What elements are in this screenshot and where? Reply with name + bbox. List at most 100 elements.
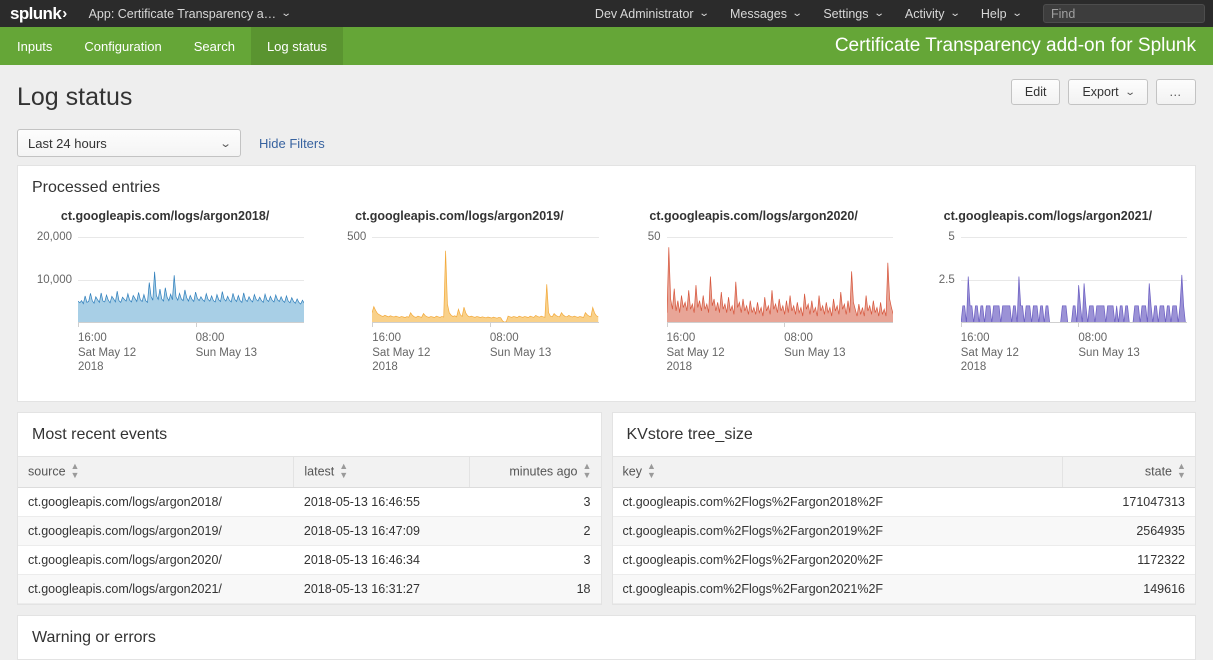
filter-bar: Last 24 hours ⌄ Hide Filters bbox=[0, 121, 1213, 165]
top-navigation-bar: splunk › App: Certificate Transparency a…… bbox=[0, 0, 1213, 27]
y-axis-tick-label: 2.5 bbox=[938, 274, 955, 286]
page-header: Log status Edit Export ⌄ … bbox=[0, 65, 1213, 121]
sparkline-svg bbox=[78, 237, 305, 323]
time-range-value: Last 24 hours bbox=[28, 135, 107, 151]
table-row[interactable]: ct.googleapis.com/logs/argon2020/2018-05… bbox=[18, 545, 601, 575]
export-button[interactable]: Export ⌄ bbox=[1068, 79, 1148, 105]
table-row[interactable]: ct.googleapis.com/logs/argon2019/2018-05… bbox=[18, 516, 601, 546]
panel-title-warning-or-errors: Warning or errors bbox=[32, 629, 156, 646]
table-cell: ct.googleapis.com%2Flogs%2Fargon2018%2F bbox=[612, 487, 1063, 517]
topnav-label: Messages bbox=[729, 6, 787, 21]
x-axis-tick bbox=[195, 323, 197, 327]
table-row[interactable]: ct.googleapis.com/logs/argon2018/2018-05… bbox=[18, 487, 601, 517]
panel-title-kvstore-tree-size: KVstore tree_size bbox=[626, 426, 753, 443]
table-row[interactable]: ct.googleapis.com%2Flogs%2Fargon2020%2F 1… bbox=[612, 545, 1195, 575]
x-axis-labels: 16:00 Sat May 12 2018 08:00 Sun May 13 bbox=[961, 331, 1187, 379]
x-axis-tick bbox=[489, 323, 491, 327]
series-line bbox=[667, 247, 893, 316]
panel-kvstore-tree-size: KVstore tree_size key ▲ ▼ state ▲ ▼ ct.googl… bbox=[611, 412, 1196, 605]
sort-icon: ▲ ▼ bbox=[646, 461, 656, 480]
table-row[interactable]: ct.googleapis.com%2Flogs%2Fargon2019%2F 2… bbox=[612, 516, 1195, 546]
y-axis-tick-label: 500 bbox=[347, 231, 367, 243]
x-axis-tick-label: 08:00 Sun May 13 bbox=[1078, 332, 1140, 359]
x-axis-tick-label: 08:00 Sun May 13 bbox=[784, 332, 846, 359]
plot-area bbox=[372, 237, 599, 327]
topnav-label: Settings bbox=[823, 6, 869, 21]
series-area bbox=[372, 250, 599, 323]
sparkline-chart-3: ct.googleapis.com/logs/argon2021/5 2.5 16:… bbox=[901, 209, 1195, 379]
x-axis-line bbox=[372, 322, 599, 323]
x-axis-line bbox=[666, 322, 893, 323]
time-range-picker[interactable]: Last 24 hours ⌄ bbox=[17, 129, 241, 157]
export-button-label: Export bbox=[1082, 85, 1119, 99]
splunk-logo-text: splunk bbox=[10, 4, 62, 23]
app-nav-label: Inputs bbox=[17, 38, 53, 54]
edit-button-label: Edit bbox=[1024, 85, 1047, 99]
y-axis: 500 bbox=[320, 231, 372, 323]
table-body: ct.googleapis.com%2Flogs%2Fargon2018%2F 1… bbox=[612, 487, 1195, 604]
app-nav-item-log-status[interactable]: Log status bbox=[250, 27, 343, 65]
table-row[interactable]: ct.googleapis.com%2Flogs%2Fargon2018%2F 1… bbox=[612, 487, 1195, 517]
table-row[interactable]: ct.googleapis.com%2Flogs%2Fargon2021%2F 1… bbox=[612, 574, 1195, 604]
topnav-label: Activity bbox=[904, 6, 945, 21]
table-cell: 2018-05-13 16:46:34 bbox=[293, 545, 470, 575]
table-cell: ct.googleapis.com%2Flogs%2Fargon2020%2F bbox=[612, 545, 1063, 575]
table-cell: 18 bbox=[469, 574, 601, 604]
sparkline-chart-0: ct.googleapis.com/logs/argon2018/20,000 1… bbox=[18, 209, 312, 379]
y-axis-tick-label: 50 bbox=[647, 231, 661, 243]
table-cell: 3 bbox=[469, 545, 601, 575]
chevron-down-icon: ⌄ bbox=[1011, 8, 1023, 19]
sort-icon: ▲ ▼ bbox=[339, 461, 349, 480]
app-nav-item-configuration[interactable]: Configuration bbox=[68, 27, 177, 65]
sparkline-chart-row: ct.googleapis.com/logs/argon2018/20,000 1… bbox=[18, 209, 1195, 401]
find-input[interactable] bbox=[1043, 4, 1205, 23]
sparkline-chart-title: ct.googleapis.com/logs/argon2018/ bbox=[60, 209, 270, 223]
x-axis-tick bbox=[960, 323, 962, 327]
y-axis: 5 2.5 bbox=[909, 231, 961, 323]
x-axis-tick bbox=[372, 323, 374, 327]
app-selector-menu[interactable]: App: Certificate Transparency a… ⌄ bbox=[88, 6, 292, 21]
app-selector-label: App: Certificate Transparency a… bbox=[88, 6, 277, 21]
splunk-logo[interactable]: splunk › bbox=[10, 5, 67, 22]
app-navigation-bar: Inputs Configuration Search Log status C… bbox=[0, 27, 1213, 65]
topnav-item-dev-administrator[interactable]: Dev Administrator ⌄ bbox=[595, 7, 710, 21]
column-label: latest bbox=[304, 464, 335, 479]
sparkline-chart-2: ct.googleapis.com/logs/argon2020/50 16:00… bbox=[607, 209, 901, 379]
app-nav-item-search[interactable]: Search bbox=[178, 27, 251, 65]
y-axis: 20,000 10,000 bbox=[26, 231, 78, 323]
chevron-down-icon: ⌄ bbox=[791, 8, 803, 19]
app-nav-item-inputs[interactable]: Inputs bbox=[0, 27, 68, 65]
series-area bbox=[666, 247, 893, 323]
panel-title-processed-entries: Processed entries bbox=[32, 179, 161, 196]
column-header-minutes-ago[interactable]: minutes ago ▲ ▼ bbox=[468, 456, 601, 488]
column-header-state[interactable]: state ▲ ▼ bbox=[1062, 456, 1195, 488]
table-row[interactable]: ct.googleapis.com/logs/argon2021/2018-05… bbox=[18, 574, 601, 604]
topnav-item-messages[interactable]: Messages ⌄ bbox=[729, 6, 803, 21]
more-actions-button[interactable]: … bbox=[1156, 79, 1196, 105]
table-cell: 149616 bbox=[1062, 574, 1195, 604]
hide-filters-link[interactable]: Hide Filters bbox=[259, 136, 325, 151]
column-header-source[interactable]: source ▲ ▼ bbox=[18, 456, 294, 488]
column-header-key[interactable]: key ▲ ▼ bbox=[612, 456, 1063, 488]
table-cell: ct.googleapis.com%2Flogs%2Fargon2021%2F bbox=[612, 574, 1063, 604]
sort-icon: ▲ ▼ bbox=[1177, 461, 1186, 480]
x-axis-tick-label: 16:00 Sat May 12 2018 bbox=[372, 332, 431, 373]
x-axis-line bbox=[78, 322, 305, 323]
topnav-item-activity[interactable]: Activity ⌄ bbox=[904, 6, 960, 21]
sparkline-chart-body: 20,000 10,000 bbox=[26, 231, 305, 327]
table-cell: 2564935 bbox=[1062, 516, 1195, 546]
panel-title-most-recent-events: Most recent events bbox=[32, 426, 168, 443]
chevron-down-icon: ⌄ bbox=[1124, 86, 1136, 98]
sparkline-svg bbox=[666, 237, 893, 323]
x-axis-tick-label: 16:00 Sat May 12 2018 bbox=[960, 332, 1019, 373]
table-cell: ct.googleapis.com/logs/argon2018/ bbox=[18, 487, 294, 517]
topnav-item-help[interactable]: Help ⌄ bbox=[981, 7, 1023, 21]
sparkline-chart-body: 500 bbox=[320, 231, 599, 327]
edit-button[interactable]: Edit bbox=[1010, 79, 1061, 105]
topnav-item-settings[interactable]: Settings ⌄ bbox=[823, 6, 884, 21]
y-axis-tick-label: 10,000 bbox=[36, 274, 72, 286]
x-axis-tick-label: 08:00 Sun May 13 bbox=[489, 332, 552, 359]
sort-icon: ▲ ▼ bbox=[582, 461, 592, 480]
column-header-latest[interactable]: latest ▲ ▼ bbox=[293, 456, 470, 488]
series-line bbox=[372, 251, 598, 322]
